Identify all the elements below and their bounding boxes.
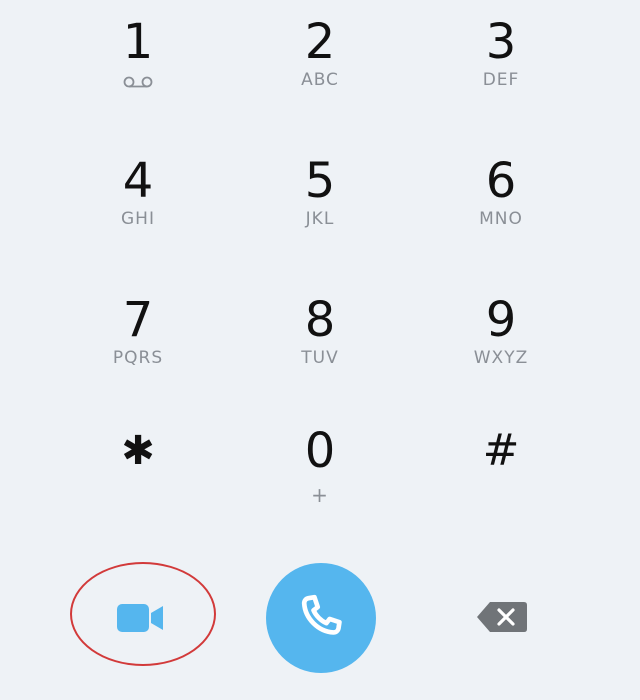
key-hash[interactable]: #: [426, 423, 576, 533]
key-star[interactable]: ✱: [63, 423, 213, 533]
key-letters: DEF: [482, 70, 520, 90]
key-letters: ABC: [301, 70, 339, 90]
key-digit: 7: [122, 292, 154, 348]
key-digit: 1: [122, 14, 154, 70]
key-digit: 8: [304, 292, 336, 348]
call-button[interactable]: [266, 563, 376, 673]
key-9[interactable]: 9 WXYZ: [426, 292, 576, 402]
key-6[interactable]: 6 MNO: [426, 153, 576, 263]
backspace-icon: [477, 602, 527, 632]
key-4[interactable]: 4 GHI: [63, 153, 213, 263]
key-letters: GHI: [121, 209, 155, 229]
key-letters: PQRS: [112, 348, 164, 368]
key-2[interactable]: 2 ABC: [245, 14, 395, 124]
dialer-screen: 1 2 ABC 3 DEF 4 GHI 5 JKL 6 MNO 7 PQRS 8…: [0, 0, 640, 700]
key-8[interactable]: 8 TUV: [245, 292, 395, 402]
key-letters: TUV: [301, 348, 339, 368]
phone-icon: [301, 594, 342, 635]
key-letters: WXYZ: [473, 348, 529, 368]
key-letters: MNO: [479, 209, 523, 229]
key-digit: 3: [485, 14, 517, 70]
key-0[interactable]: 0 +: [245, 423, 395, 533]
key-3[interactable]: 3 DEF: [426, 14, 576, 124]
key-digit: 2: [304, 14, 336, 70]
video-camera-icon: [117, 604, 163, 632]
key-digit: 0: [304, 423, 336, 479]
key-digit: #: [482, 425, 520, 476]
key-letters: JKL: [305, 209, 335, 229]
backspace-button[interactable]: [470, 594, 534, 640]
key-digit: 6: [485, 153, 517, 209]
key-5[interactable]: 5 JKL: [245, 153, 395, 263]
key-digit: ✱: [121, 428, 155, 474]
key-letters: +: [311, 483, 329, 507]
key-1[interactable]: 1: [63, 14, 213, 124]
key-digit: 9: [485, 292, 517, 348]
key-digit: 4: [122, 153, 154, 209]
key-7[interactable]: 7 PQRS: [63, 292, 213, 402]
voicemail-icon: [123, 76, 153, 88]
video-call-button[interactable]: [98, 588, 182, 648]
key-digit: 5: [304, 153, 336, 209]
